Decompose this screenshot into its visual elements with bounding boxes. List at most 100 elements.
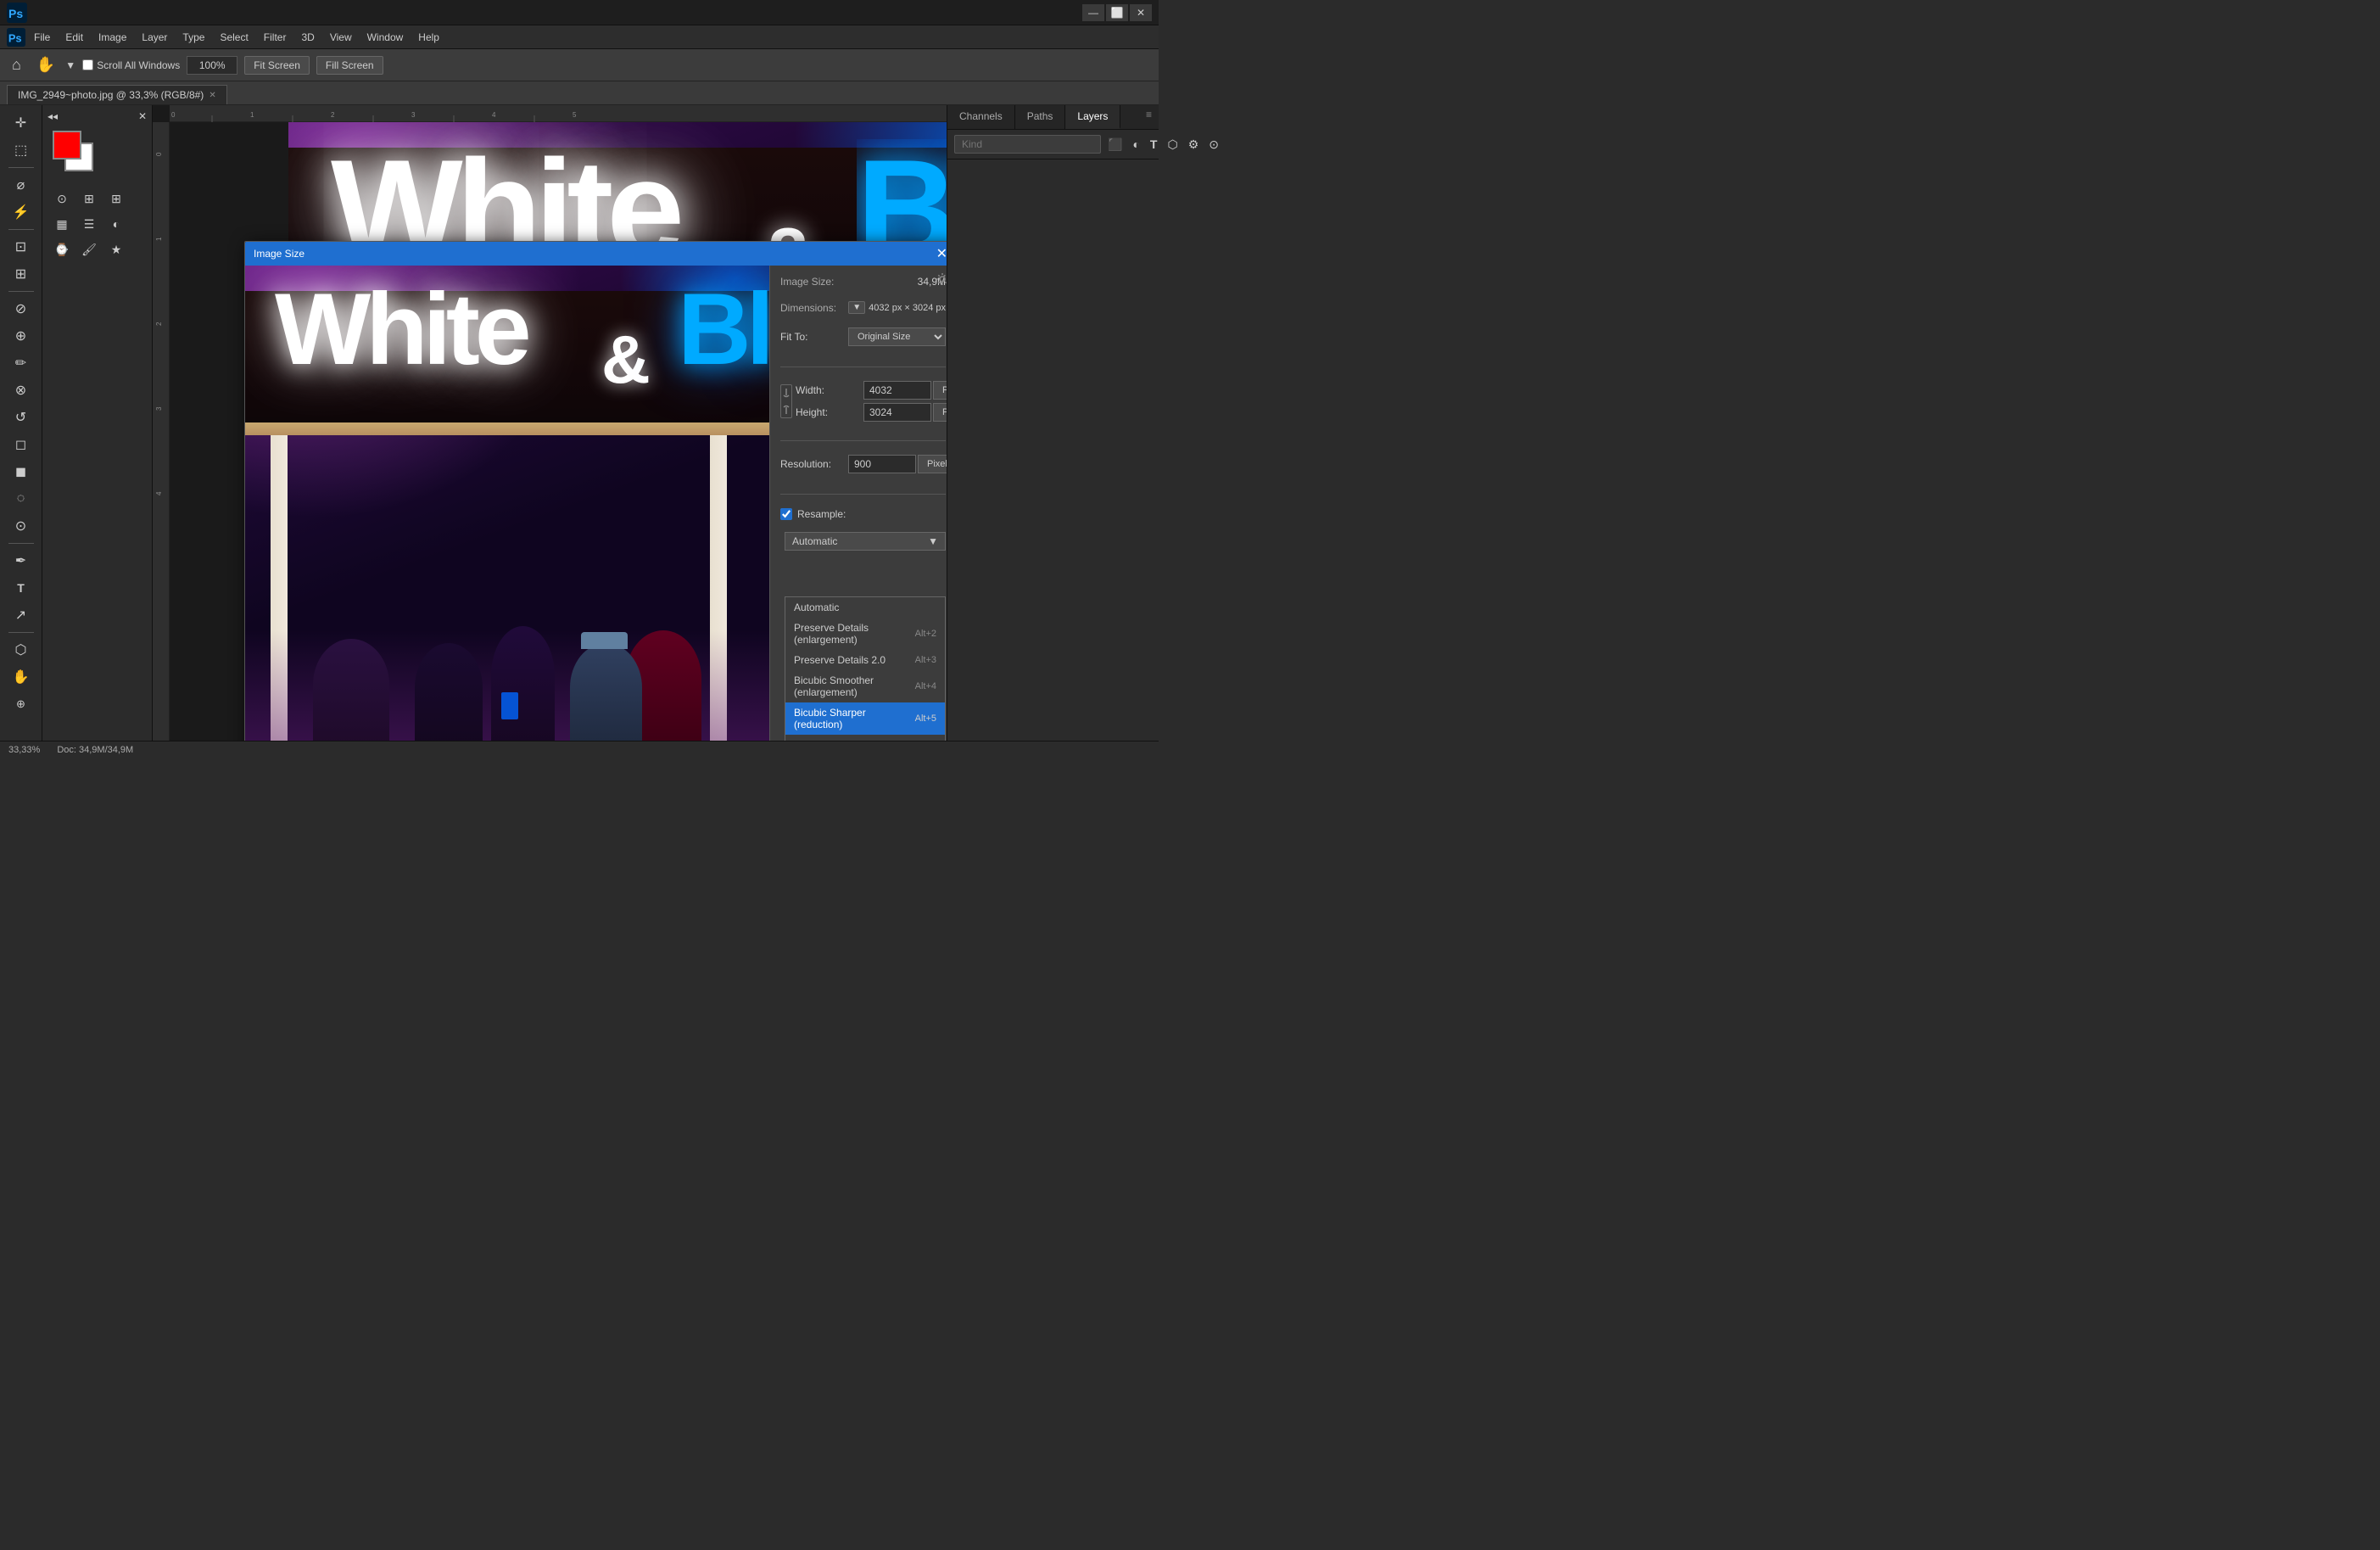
pen-tool[interactable]: ✒ [6, 548, 36, 574]
ruler-horizontal: 0 1 2 3 4 5 [153, 105, 947, 122]
fit-screen-button[interactable]: Fit Screen [244, 56, 310, 75]
menu-select[interactable]: Select [213, 28, 254, 47]
move-tool[interactable]: ✛ [6, 110, 36, 136]
menu-filter[interactable]: Filter [257, 28, 293, 47]
fit-to-select[interactable]: Original Size [848, 327, 946, 346]
quick-mask-button[interactable]: ⊙ [49, 187, 75, 210]
frame-tool[interactable]: ⊞ [6, 261, 36, 287]
resolution-input[interactable] [848, 455, 916, 473]
effects-button[interactable]: ★ [103, 238, 129, 261]
minimize-button[interactable]: — [1082, 4, 1104, 21]
menu-view[interactable]: View [323, 28, 359, 47]
height-unit-select[interactable]: Pixels [933, 403, 947, 422]
filter-smart-icon[interactable]: ⚙ [1185, 136, 1203, 154]
brushes-button[interactable]: 🖌 [76, 238, 102, 261]
resolution-unit-select[interactable]: Pixels/Inch [918, 455, 947, 473]
resample-option-bs-shortcut: Alt+4 [915, 681, 936, 691]
preview-hat [581, 632, 628, 649]
resample-option-preserve-details-2[interactable]: Preserve Details 2.0 Alt+3 [785, 650, 945, 670]
preview-ampersand: & [601, 321, 651, 399]
resample-option-bicubic-smoother[interactable]: Bicubic Smoother (enlargement) Alt+4 [785, 670, 945, 702]
eyedropper-tool[interactable]: ⊘ [6, 296, 36, 322]
menu-window[interactable]: Window [360, 28, 411, 47]
close-button[interactable]: ✕ [1130, 4, 1152, 21]
panel-menu-button[interactable]: ≡ [1139, 105, 1159, 129]
resample-option-preserve-details[interactable]: Preserve Details (enlargement) Alt+2 [785, 618, 945, 650]
path-selection-tool[interactable]: ↗ [6, 602, 36, 628]
width-unit-select[interactable]: Pixels [933, 381, 947, 400]
history-brush-tool[interactable]: ↺ [6, 405, 36, 430]
tool-presets-button[interactable]: ⊞ [103, 187, 129, 210]
resample-option-bicubic-sharper[interactable]: Bicubic Sharper (reduction) Alt+5 [785, 702, 945, 735]
resample-dropdown-trigger[interactable]: Automatic ▼ [785, 532, 946, 551]
marquee-tool[interactable]: ⬚ [6, 137, 36, 163]
menu-file[interactable]: File [27, 28, 57, 47]
clone-tool[interactable]: ⊗ [6, 378, 36, 403]
height-label: Height: [796, 406, 863, 418]
ps-logo-menu: Ps [7, 28, 25, 47]
type-tool[interactable]: T [6, 575, 36, 601]
gradient-tool[interactable]: ◼ [6, 459, 36, 484]
screen-mode-button[interactable]: ⊞ [76, 187, 102, 210]
dialog-settings-icon[interactable] [936, 272, 947, 288]
tab-close-button[interactable]: ✕ [209, 91, 215, 100]
zoom-input[interactable] [187, 56, 237, 75]
history-button[interactable]: ⌚ [49, 238, 75, 261]
doc-size-status: Doc: 34,9M/34,9M [57, 745, 133, 755]
filter-type-icon[interactable]: T [1147, 136, 1161, 153]
tab-paths[interactable]: Paths [1015, 105, 1066, 129]
dialog-title: Image Size [254, 248, 304, 260]
fill-screen-button[interactable]: Fill Screen [316, 56, 383, 75]
menu-help[interactable]: Help [411, 28, 446, 47]
layers-search-input[interactable] [954, 135, 1101, 154]
maximize-button[interactable]: ⬜ [1106, 4, 1128, 21]
filter-toggle-icon[interactable]: ⊙ [1205, 136, 1222, 154]
menu-type[interactable]: Type [176, 28, 211, 47]
filter-adjust-icon[interactable]: ◐ [1129, 136, 1143, 153]
dodge-tool[interactable]: ⊙ [6, 513, 36, 539]
resample-option-automatic[interactable]: Automatic [785, 597, 945, 618]
filter-shape-icon[interactable]: ⬡ [1164, 136, 1181, 154]
collapse-panel-button[interactable]: ◂◂ [47, 110, 58, 122]
file-tab[interactable]: IMG_2949~photo.jpg @ 33,3% (RGB/8#) ✕ [7, 85, 227, 104]
heal-tool[interactable]: ⊕ [6, 323, 36, 349]
menu-3d[interactable]: 3D [294, 28, 321, 47]
resample-option-bicubic-smooth[interactable]: Bicubic (smooth gradients) Alt+6 [785, 735, 945, 741]
tab-bar: IMG_2949~photo.jpg @ 33,3% (RGB/8#) ✕ [0, 81, 1159, 105]
foreground-color-swatch[interactable] [53, 131, 81, 159]
rectangle-tool[interactable]: ⬡ [6, 637, 36, 663]
preview-phone [501, 692, 518, 719]
resample-checkbox[interactable] [780, 508, 792, 520]
scroll-all-windows-label[interactable]: Scroll All Windows [82, 59, 180, 71]
tool-dropdown-arrow[interactable]: ▼ [65, 59, 75, 71]
menu-layer[interactable]: Layer [135, 28, 174, 47]
tab-layers[interactable]: Layers [1065, 105, 1120, 129]
image-size-label: Image Size: [780, 276, 834, 288]
tab-channels[interactable]: Channels [947, 105, 1015, 129]
home-button[interactable]: ⌂ [7, 54, 26, 76]
dimensions-row: Dimensions: ▼ 4032 px × 3024 px [780, 301, 946, 314]
hand-tool[interactable]: ✋ [6, 664, 36, 690]
magic-wand-tool[interactable]: ⚡ [6, 199, 36, 225]
menu-image[interactable]: Image [92, 28, 133, 47]
width-input[interactable] [863, 381, 931, 400]
dimensions-dropdown-btn[interactable]: ▼ [848, 301, 865, 314]
height-input[interactable] [863, 403, 931, 422]
scroll-all-windows-checkbox[interactable] [82, 59, 93, 70]
libraries-button[interactable]: ☰ [76, 212, 102, 236]
crop-tool[interactable]: ⊡ [6, 234, 36, 260]
zoom-tool[interactable]: ⊕ [6, 691, 36, 717]
adjustments-button[interactable]: ◐ [103, 212, 129, 236]
dialog-close-button[interactable]: ✕ [936, 245, 947, 262]
menu-edit[interactable]: Edit [59, 28, 90, 47]
filter-pixel-icon[interactable]: ⬛ [1104, 136, 1126, 154]
eraser-tool[interactable]: ◻ [6, 432, 36, 457]
brush-tool[interactable]: ✏ [6, 350, 36, 376]
swatches-button[interactable]: ▦ [49, 212, 75, 236]
close-panel-button[interactable]: ✕ [138, 110, 147, 122]
lasso-tool[interactable]: ⌀ [6, 172, 36, 198]
resample-option-pd-shortcut: Alt+2 [915, 629, 936, 639]
blur-tool[interactable]: ◌ [6, 486, 36, 512]
ctrl-divider-3 [780, 494, 946, 495]
link-dimensions-button[interactable] [780, 384, 792, 418]
